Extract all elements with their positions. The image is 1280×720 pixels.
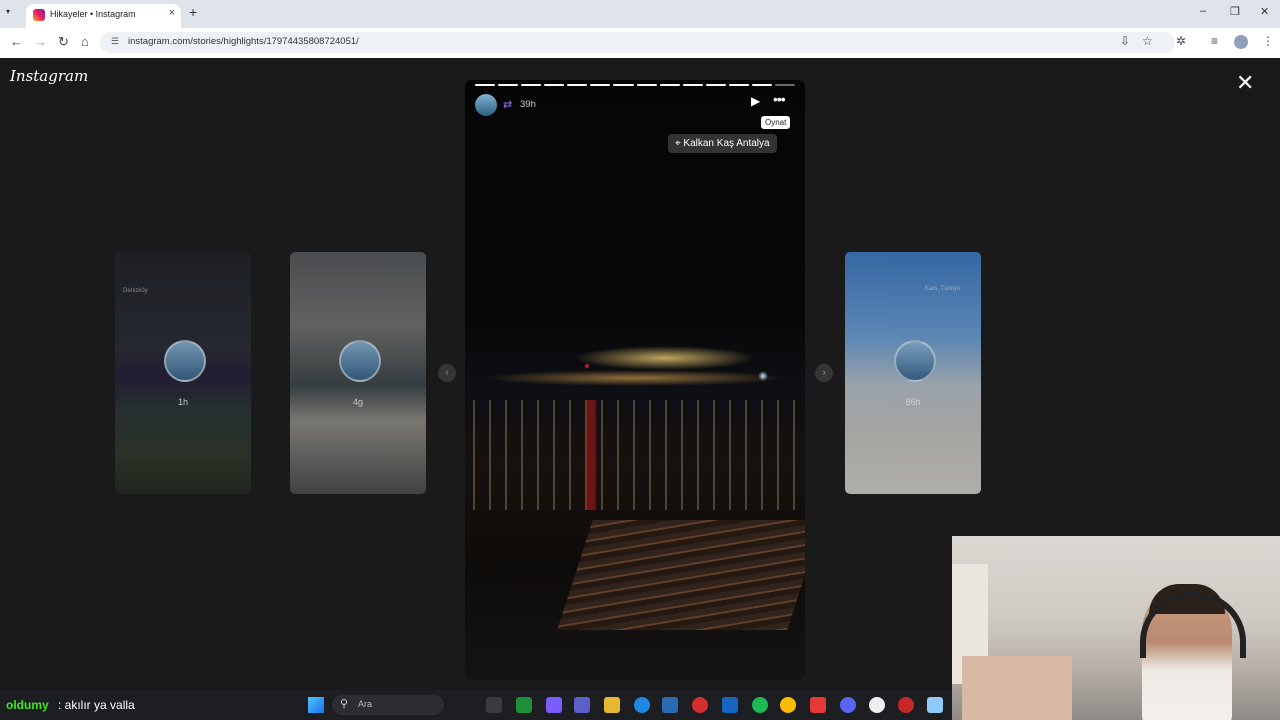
url-text[interactable]: instagram.com/stories/highlights/1797443… [128,36,359,47]
thumbnail-time: 1h [177,397,188,407]
taskbar-search-label: Ara [358,699,373,709]
new-tab-button[interactable]: + [189,4,197,20]
teams-icon[interactable] [574,697,590,713]
outlook-icon[interactable] [722,697,738,713]
story-time: 39h [520,99,536,110]
forward-icon[interactable]: → [34,34,47,49]
progress-segment [498,84,519,86]
task-view-icon[interactable] [486,697,502,713]
more-options-icon[interactable]: ••• [773,91,786,107]
progress-segment [521,84,542,86]
story-author-avatar[interactable] [475,94,497,116]
tab-title: Hikayeler • Instagram [50,9,136,19]
progress-segment [475,84,496,86]
thumbnail-time: 86h [905,397,921,407]
app-l-icon[interactable] [810,697,826,713]
windows-taskbar: oldumy : akılır ya valla ⚲ Ara [0,690,952,720]
story-thumbnail-prev-2[interactable]: Denizköy 1h [115,252,251,494]
progress-segment [728,84,749,86]
xbox-icon[interactable] [516,697,532,713]
start-button[interactable] [308,697,324,713]
restore-icon[interactable]: ❐ [1230,5,1240,18]
back-icon[interactable]: ← [10,34,23,49]
location-pin-icon: ⌖ [675,138,681,149]
spotify-icon[interactable] [752,697,768,713]
opera-icon[interactable] [692,697,708,713]
reload-icon[interactable]: ↻ [58,34,69,50]
story-progress-bar [475,84,796,86]
tab-search-icon[interactable]: ▾ [6,7,10,16]
story-image-lights [465,340,805,400]
navigation-bar: ← → ↻ ⌂ ☰ instagram.com/stories/highligh… [0,28,1280,59]
file-explorer-icon[interactable] [604,697,620,713]
progress-segment [544,84,565,86]
play-icon[interactable]: ▶ [751,94,760,108]
progress-segment [567,84,588,86]
location-sticker[interactable]: ⌖ Kalkan Kaş Antalya [668,134,777,153]
play-tooltip: Oynat [761,116,791,129]
install-app-icon[interactable]: ⇩ [1120,34,1130,48]
progress-segment [682,84,703,86]
menu-icon[interactable]: ⋮ [1262,34,1274,48]
story-image-reflection [465,400,805,510]
progress-segment [751,84,773,86]
progress-segment [775,84,796,86]
search-icon: ⚲ [340,698,349,710]
progress-segment [613,84,634,86]
profile-avatar[interactable] [1234,35,1248,49]
extensions-icon[interactable]: ✲ [1176,34,1186,48]
instagram-favicon-icon [33,9,45,21]
progress-segment [659,84,680,86]
window-close-icon[interactable]: ✕ [1260,5,1269,18]
copilot-icon[interactable] [546,697,562,713]
close-icon[interactable]: ✕ [1236,70,1254,96]
story-thumbnail-next-1[interactable]: Kars, Türkiye 86h [845,252,981,494]
chrome-icon[interactable] [780,697,796,713]
store-icon[interactable] [662,697,678,713]
discord-icon[interactable] [840,697,856,713]
chat-message: : akılır ya valla [58,698,135,712]
thumbnail-location: Denizköy [123,288,148,294]
home-icon[interactable]: ⌂ [81,34,89,49]
story-image-bench [557,520,805,630]
location-label: Kalkan Kaş Antalya [683,138,770,149]
tab-strip: ▾ Hikayeler • Instagram × + – ❐ ✕ [0,0,1280,28]
taskbar-search[interactable]: ⚲ Ara [332,695,444,715]
thumbnail-location: Kars, Türkiye [925,286,961,292]
progress-segment [590,84,611,86]
app-tray-icon[interactable] [927,697,943,713]
thumbnail-avatar [339,340,381,382]
previous-story-arrow-icon[interactable]: ‹ [438,364,456,382]
webcam-overlay [952,536,1280,720]
progress-segment [705,84,726,86]
bookmark-star-icon[interactable]: ☆ [1142,34,1153,48]
site-info-icon[interactable]: ☰ [111,36,119,47]
repost-icon: ⇄ [503,99,513,111]
next-story-arrow-icon[interactable]: › [815,364,833,382]
address-bar[interactable]: ☰ instagram.com/stories/highlights/17974… [100,32,1175,53]
tab-active[interactable]: Hikayeler • Instagram × [26,4,181,28]
app-red-icon[interactable] [898,697,914,713]
minimize-icon[interactable]: – [1200,5,1206,17]
thumbnail-avatar [164,340,206,382]
webcam-background-furniture [962,656,1072,720]
thumbnail-time: 4g [352,397,363,407]
active-story[interactable]: ⇄ 39h ▶ ••• Oynat ⌖ Kalkan Kaş Antalya [465,80,805,680]
story-thumbnail-prev-1[interactable]: 4g [290,252,426,494]
media-controls-icon[interactable]: ≡ [1211,34,1218,48]
chat-username: oldumy [6,698,49,712]
app-circle-icon[interactable] [869,697,885,713]
progress-segment [636,84,657,86]
instagram-logo[interactable]: Instagram [10,67,88,85]
tab-close-icon[interactable]: × [169,7,175,19]
edge-icon[interactable] [634,697,650,713]
thumbnail-avatar [894,340,936,382]
